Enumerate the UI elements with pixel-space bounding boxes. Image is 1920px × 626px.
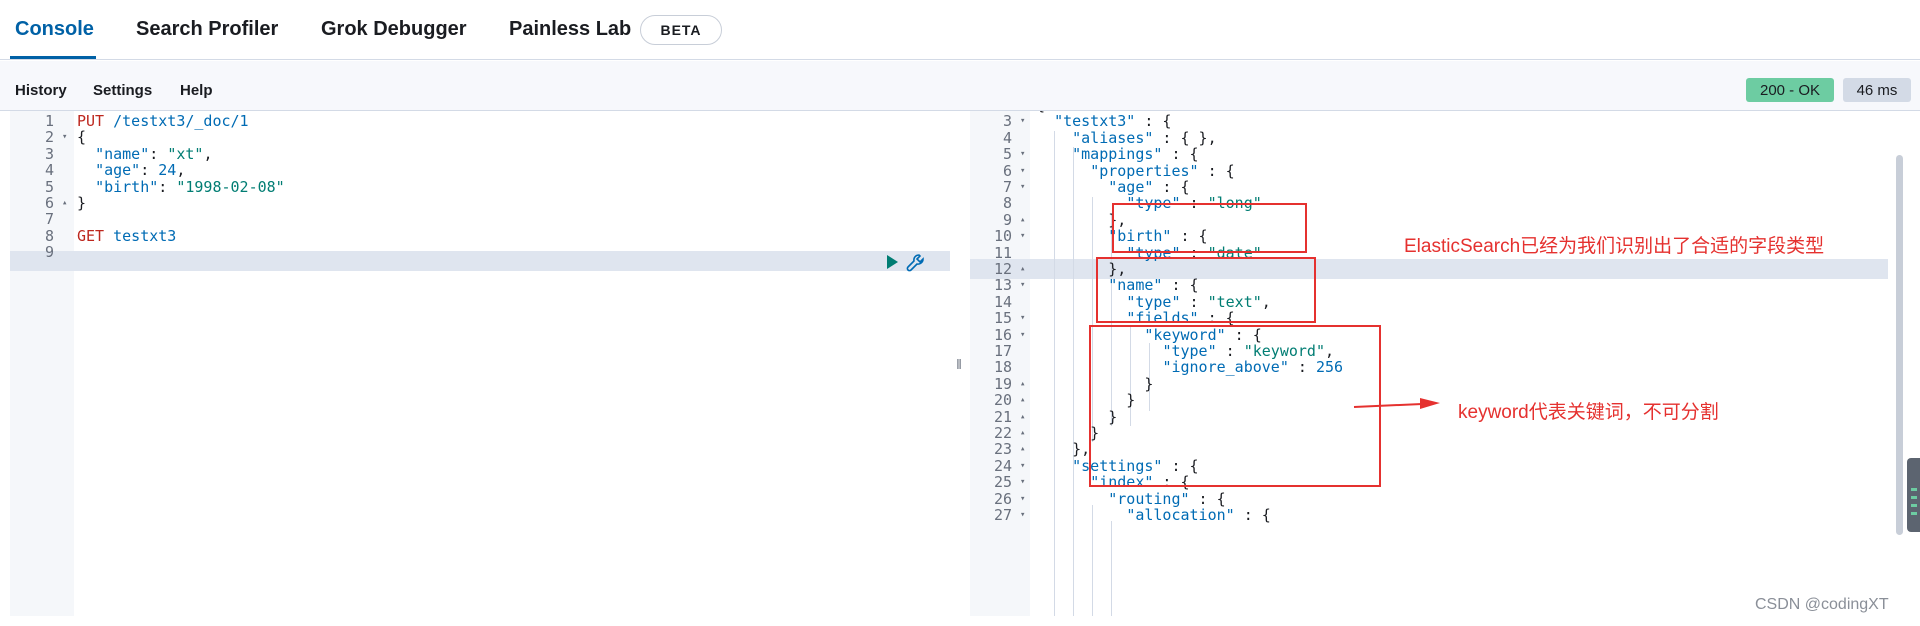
response-scrollbar[interactable] [1896,155,1903,535]
request-time-badge: 46 ms [1843,78,1911,102]
tab-painless-lab[interactable]: Painless Lab [509,18,631,41]
types-annotation: ElasticSearch已经为我们识别出了合适的字段类型 [1404,236,1825,257]
play-icon[interactable] [884,254,900,270]
tab-console[interactable]: Console [15,18,94,41]
line-number: 27 [993,506,1012,524]
tab-grok-debugger[interactable]: Grok Debugger [321,18,467,41]
fold-open-icon[interactable]: ▾ [1020,505,1025,525]
side-tool-widget[interactable] [1907,458,1920,532]
line-number: 9 [44,243,54,262]
code-line: 27 ▾ "allocation" : { [970,505,1890,525]
history-button[interactable]: History [15,82,67,99]
console-toolbar: History Settings Help [0,61,1920,111]
code-line: 9 [10,242,950,262]
birth-highlight-box [1096,257,1316,323]
age-highlight-box [1112,203,1307,253]
watermark: CSDN @codingXT [1755,596,1889,613]
wrench-icon[interactable] [906,253,926,273]
help-button[interactable]: Help [180,82,213,99]
keyword-annotation: keyword代表关键词，不可分割 [1458,402,1719,423]
tab-search-profiler[interactable]: Search Profiler [136,18,278,41]
arrow-icon [1353,398,1440,409]
indent-guide [1111,521,1112,616]
top-nav: Console Search Profiler Grok Debugger Pa… [0,0,1920,60]
request-editor[interactable]: 1 PUT /testxt3/_doc/1 2 ▾{3 "name": "xt", 4 … [10,111,950,616]
settings-button[interactable]: Settings [93,82,152,99]
name-highlight-box [1089,325,1381,487]
active-tab-indicator [10,56,96,59]
code-text: "allocation" : { [1126,506,1271,524]
resize-handle-icon[interactable]: ‖ [950,111,968,616]
status-badge: 200 - OK [1746,78,1834,102]
beta-badge: BETA [640,15,722,45]
